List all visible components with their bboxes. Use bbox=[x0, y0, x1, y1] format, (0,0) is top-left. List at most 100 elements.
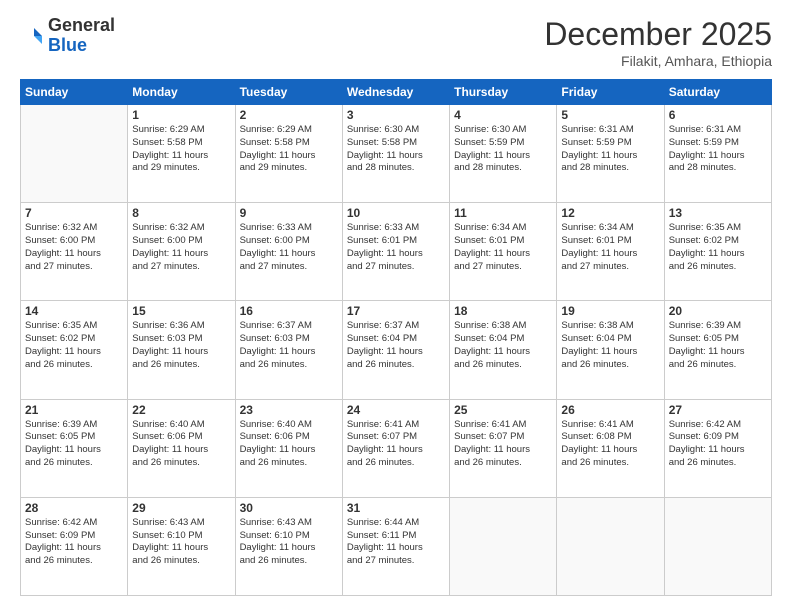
day-info: Sunrise: 6:29 AMSunset: 5:58 PMDaylight:… bbox=[240, 124, 338, 175]
day-info: Sunrise: 6:32 AMSunset: 6:00 PMDaylight:… bbox=[25, 222, 123, 273]
week-row-2: 14 Sunrise: 6:35 AMSunset: 6:02 PMDayligh… bbox=[21, 301, 772, 399]
logo-blue: Blue bbox=[48, 35, 87, 55]
logo-general: General bbox=[48, 15, 115, 35]
weekday-header-row: SundayMondayTuesdayWednesdayThursdayFrid… bbox=[21, 80, 772, 105]
day-info: Sunrise: 6:37 AMSunset: 6:04 PMDaylight:… bbox=[347, 320, 445, 371]
day-info: Sunrise: 6:42 AMSunset: 6:09 PMDaylight:… bbox=[669, 419, 767, 470]
day-info: Sunrise: 6:30 AMSunset: 5:59 PMDaylight:… bbox=[454, 124, 552, 175]
header: General Blue December 2025 Filakit, Amha… bbox=[20, 16, 772, 69]
calendar-cell: 6Sunrise: 6:31 AMSunset: 5:59 PMDaylight… bbox=[664, 105, 771, 203]
day-info: Sunrise: 6:35 AMSunset: 6:02 PMDaylight:… bbox=[25, 320, 123, 371]
calendar-header: SundayMondayTuesdayWednesdayThursdayFrid… bbox=[21, 80, 772, 105]
calendar-cell: 4 Sunrise: 6:30 AMSunset: 5:59 PMDaylight… bbox=[450, 105, 557, 203]
day-number: 26 bbox=[561, 403, 659, 417]
calendar-cell: 16 Sunrise: 6:37 AMSunset: 6:03 PMDayligh… bbox=[235, 301, 342, 399]
day-number: 16 bbox=[240, 304, 338, 318]
calendar-cell bbox=[557, 497, 664, 595]
day-info: Sunrise: 6:44 AMSunset: 6:11 PMDaylight:… bbox=[347, 517, 445, 568]
calendar-cell: 29Sunrise: 6:43 AMSunset: 6:10 PMDayligh… bbox=[128, 497, 235, 595]
day-number: 31 bbox=[347, 501, 445, 515]
calendar-cell: 10 Sunrise: 6:33 AMSunset: 6:01 PMDayligh… bbox=[342, 203, 449, 301]
day-info: Sunrise: 6:41 AMSunset: 6:07 PMDaylight:… bbox=[347, 419, 445, 470]
calendar-cell: 25 Sunrise: 6:41 AMSunset: 6:07 PMDayligh… bbox=[450, 399, 557, 497]
calendar-cell bbox=[450, 497, 557, 595]
day-number: 2 bbox=[240, 108, 338, 122]
month-title: December 2025 bbox=[544, 16, 772, 53]
day-number: 25 bbox=[454, 403, 552, 417]
logo-icon bbox=[20, 24, 44, 48]
calendar-cell: 31 Sunrise: 6:44 AMSunset: 6:11 PMDayligh… bbox=[342, 497, 449, 595]
day-number: 11 bbox=[454, 206, 552, 220]
day-info: Sunrise: 6:38 AMSunset: 6:04 PMDaylight:… bbox=[454, 320, 552, 371]
day-number: 8 bbox=[132, 206, 230, 220]
day-number: 30 bbox=[240, 501, 338, 515]
day-info: Sunrise: 6:43 AMSunset: 6:10 PMDaylight:… bbox=[240, 517, 338, 568]
day-number: 14 bbox=[25, 304, 123, 318]
logo: General Blue bbox=[20, 16, 115, 56]
calendar-cell: 26Sunrise: 6:41 AMSunset: 6:08 PMDayligh… bbox=[557, 399, 664, 497]
day-number: 3 bbox=[347, 108, 445, 122]
calendar-cell: 19Sunrise: 6:38 AMSunset: 6:04 PMDayligh… bbox=[557, 301, 664, 399]
logo-text: General Blue bbox=[48, 16, 115, 56]
day-info: Sunrise: 6:42 AMSunset: 6:09 PMDaylight:… bbox=[25, 517, 123, 568]
day-number: 21 bbox=[25, 403, 123, 417]
day-info: Sunrise: 6:33 AMSunset: 6:00 PMDaylight:… bbox=[240, 222, 338, 273]
day-info: Sunrise: 6:40 AMSunset: 6:06 PMDaylight:… bbox=[132, 419, 230, 470]
week-row-0: 1 Sunrise: 6:29 AMSunset: 5:58 PMDaylight… bbox=[21, 105, 772, 203]
calendar-cell: 2 Sunrise: 6:29 AMSunset: 5:58 PMDaylight… bbox=[235, 105, 342, 203]
week-row-4: 28 Sunrise: 6:42 AMSunset: 6:09 PMDayligh… bbox=[21, 497, 772, 595]
day-info: Sunrise: 6:31 AMSunset: 5:59 PMDaylight:… bbox=[561, 124, 659, 175]
day-info: Sunrise: 6:40 AMSunset: 6:06 PMDaylight:… bbox=[240, 419, 338, 470]
calendar-cell bbox=[664, 497, 771, 595]
day-info: Sunrise: 6:29 AMSunset: 5:58 PMDaylight:… bbox=[132, 124, 230, 175]
calendar-cell: 3 Sunrise: 6:30 AMSunset: 5:58 PMDaylight… bbox=[342, 105, 449, 203]
day-number: 9 bbox=[240, 206, 338, 220]
day-info: Sunrise: 6:30 AMSunset: 5:58 PMDaylight:… bbox=[347, 124, 445, 175]
day-info: Sunrise: 6:31 AMSunset: 5:59 PMDaylight:… bbox=[669, 124, 767, 175]
day-number: 17 bbox=[347, 304, 445, 318]
title-block: December 2025 Filakit, Amhara, Ethiopia bbox=[544, 16, 772, 69]
calendar-cell: 13 Sunrise: 6:35 AMSunset: 6:02 PMDayligh… bbox=[664, 203, 771, 301]
day-number: 4 bbox=[454, 108, 552, 122]
day-number: 22 bbox=[132, 403, 230, 417]
day-number: 19 bbox=[561, 304, 659, 318]
day-number: 7 bbox=[25, 206, 123, 220]
day-info: Sunrise: 6:37 AMSunset: 6:03 PMDaylight:… bbox=[240, 320, 338, 371]
calendar-cell: 11 Sunrise: 6:34 AMSunset: 6:01 PMDayligh… bbox=[450, 203, 557, 301]
weekday-friday: Friday bbox=[557, 80, 664, 105]
calendar-cell: 8 Sunrise: 6:32 AMSunset: 6:00 PMDaylight… bbox=[128, 203, 235, 301]
calendar-cell: 5Sunrise: 6:31 AMSunset: 5:59 PMDaylight… bbox=[557, 105, 664, 203]
day-info: Sunrise: 6:36 AMSunset: 6:03 PMDaylight:… bbox=[132, 320, 230, 371]
day-info: Sunrise: 6:34 AMSunset: 6:01 PMDaylight:… bbox=[454, 222, 552, 273]
day-number: 24 bbox=[347, 403, 445, 417]
day-number: 12 bbox=[561, 206, 659, 220]
calendar-cell: 30 Sunrise: 6:43 AMSunset: 6:10 PMDayligh… bbox=[235, 497, 342, 595]
weekday-tuesday: Tuesday bbox=[235, 80, 342, 105]
day-info: Sunrise: 6:32 AMSunset: 6:00 PMDaylight:… bbox=[132, 222, 230, 273]
calendar-cell: 22 Sunrise: 6:40 AMSunset: 6:06 PMDayligh… bbox=[128, 399, 235, 497]
calendar-table: SundayMondayTuesdayWednesdayThursdayFrid… bbox=[20, 79, 772, 596]
calendar-body: 1 Sunrise: 6:29 AMSunset: 5:58 PMDaylight… bbox=[21, 105, 772, 596]
calendar-cell: 20Sunrise: 6:39 AMSunset: 6:05 PMDayligh… bbox=[664, 301, 771, 399]
calendar-cell: 28 Sunrise: 6:42 AMSunset: 6:09 PMDayligh… bbox=[21, 497, 128, 595]
calendar-cell: 7 Sunrise: 6:32 AMSunset: 6:00 PMDaylight… bbox=[21, 203, 128, 301]
day-number: 13 bbox=[669, 206, 767, 220]
day-info: Sunrise: 6:39 AMSunset: 6:05 PMDaylight:… bbox=[25, 419, 123, 470]
day-number: 20 bbox=[669, 304, 767, 318]
day-number: 1 bbox=[132, 108, 230, 122]
calendar-cell: 12Sunrise: 6:34 AMSunset: 6:01 PMDayligh… bbox=[557, 203, 664, 301]
weekday-saturday: Saturday bbox=[664, 80, 771, 105]
calendar-cell: 14 Sunrise: 6:35 AMSunset: 6:02 PMDayligh… bbox=[21, 301, 128, 399]
calendar-cell: 1 Sunrise: 6:29 AMSunset: 5:58 PMDaylight… bbox=[128, 105, 235, 203]
day-info: Sunrise: 6:35 AMSunset: 6:02 PMDaylight:… bbox=[669, 222, 767, 273]
day-number: 10 bbox=[347, 206, 445, 220]
calendar-cell: 17 Sunrise: 6:37 AMSunset: 6:04 PMDayligh… bbox=[342, 301, 449, 399]
day-info: Sunrise: 6:33 AMSunset: 6:01 PMDaylight:… bbox=[347, 222, 445, 273]
day-info: Sunrise: 6:43 AMSunset: 6:10 PMDaylight:… bbox=[132, 517, 230, 568]
calendar-cell: 23Sunrise: 6:40 AMSunset: 6:06 PMDayligh… bbox=[235, 399, 342, 497]
page: General Blue December 2025 Filakit, Amha… bbox=[0, 0, 792, 612]
calendar-cell: 24 Sunrise: 6:41 AMSunset: 6:07 PMDayligh… bbox=[342, 399, 449, 497]
day-number: 28 bbox=[25, 501, 123, 515]
calendar-cell: 15Sunrise: 6:36 AMSunset: 6:03 PMDayligh… bbox=[128, 301, 235, 399]
day-info: Sunrise: 6:41 AMSunset: 6:07 PMDaylight:… bbox=[454, 419, 552, 470]
